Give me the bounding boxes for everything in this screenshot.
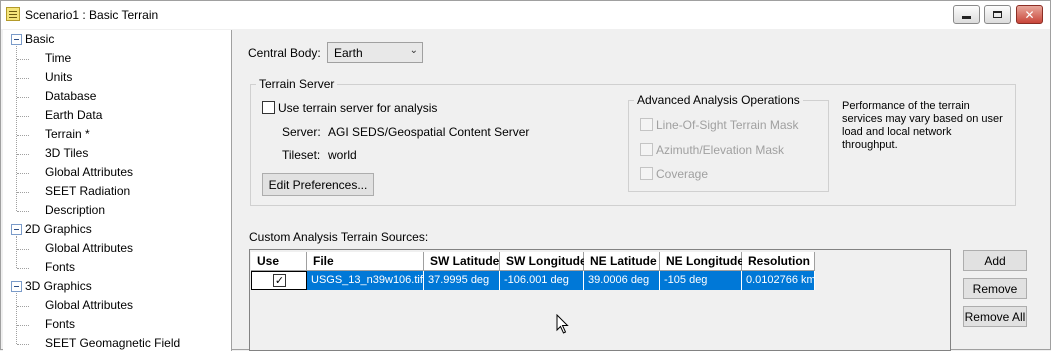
sw-latitude-cell[interactable]: 37.9995 deg (424, 271, 500, 290)
title-bar[interactable]: Scenario1 : Basic Terrain ✕ (1, 1, 1050, 29)
coverage-checkbox[interactable] (640, 167, 653, 180)
tree-connector (17, 249, 29, 250)
add-button[interactable]: Add (963, 250, 1027, 271)
sw-longitude-cell[interactable]: -106.001 deg (500, 271, 584, 290)
tree-connector (16, 293, 17, 344)
los-terrain-mask-label: Line-Of-Sight Terrain Mask (656, 118, 799, 132)
tileset-value: world (328, 148, 357, 162)
column-header-ne-longitude[interactable]: NE Longitude (660, 252, 744, 271)
table-header: Use File SW Latitude SW Longitude NE Lat… (251, 252, 815, 271)
ne-latitude-cell[interactable]: 39.0006 deg (584, 271, 660, 290)
remove-button[interactable]: Remove (963, 278, 1027, 299)
az-el-mask-label: Azimuth/Elevation Mask (656, 143, 785, 157)
los-terrain-mask-checkbox[interactable] (640, 118, 653, 131)
resolution-cell[interactable]: 0.0102766 km (742, 271, 815, 290)
collapse-icon[interactable] (11, 224, 22, 235)
remove-all-button[interactable]: Remove All (963, 306, 1027, 327)
ne-longitude-cell[interactable]: -105 deg (660, 271, 742, 290)
advanced-analysis-title: Advanced Analysis Operations (634, 93, 803, 107)
edit-preferences-button[interactable]: Edit Preferences... (262, 173, 374, 196)
scenario-window: Scenario1 : Basic Terrain ✕ Basic Time Uni… (0, 0, 1051, 351)
central-body-value: Earth (334, 46, 363, 60)
column-header-file[interactable]: File (307, 252, 424, 271)
collapse-icon[interactable] (11, 34, 22, 45)
tree-connector (17, 192, 29, 193)
tree-connector (17, 306, 29, 307)
close-icon: ✕ (1024, 7, 1035, 22)
tree-connector (17, 135, 29, 136)
central-body-label: Central Body: (248, 46, 321, 60)
scenario-icon (6, 7, 20, 21)
tree-item[interactable]: SEET Geomagnetic Field (45, 334, 180, 351)
chevron-down-icon: ⌄ (409, 45, 418, 56)
server-value: AGI SEDS/Geospatial Content Server (328, 125, 530, 139)
terrain-server-title: Terrain Server (256, 77, 338, 91)
tree-connector (17, 325, 29, 326)
tree-connector (17, 344, 29, 345)
use-row-checkbox[interactable]: ✓ (273, 274, 286, 287)
performance-note-line-3: load and local network (842, 126, 952, 138)
minimize-button[interactable] (953, 5, 980, 24)
tree-item[interactable]: Fonts (45, 258, 75, 277)
performance-note-line-2: services may vary based on user (842, 113, 1003, 125)
tileset-label: Tileset: (282, 148, 321, 162)
tree-connector (17, 97, 29, 98)
tree-item[interactable]: Global Attributes (45, 296, 133, 315)
terrain-sources-table[interactable]: Use File SW Latitude SW Longitude NE Lat… (249, 249, 951, 351)
collapse-icon[interactable] (11, 281, 22, 292)
column-header-sw-longitude[interactable]: SW Longitude (500, 252, 587, 271)
tree-connector (17, 116, 29, 117)
tree-connector (17, 78, 29, 79)
minimize-icon (962, 16, 971, 19)
performance-note-line-1: Performance of the terrain (842, 100, 970, 112)
table-row[interactable]: ✓ USGS_13_n39w106.tif 37.9995 deg -106.0… (251, 271, 815, 290)
tree-item[interactable]: Global Attributes (45, 239, 133, 258)
use-terrain-server-label: Use terrain server for analysis (278, 101, 438, 115)
tree-item[interactable]: Time (45, 49, 71, 68)
tree-group-label: 2D Graphics (25, 222, 92, 236)
column-header-use[interactable]: Use (251, 252, 307, 271)
az-el-mask-checkbox[interactable] (640, 143, 653, 156)
tree-group-label: Basic (25, 32, 55, 46)
tree-connector (17, 154, 29, 155)
custom-sources-label: Custom Analysis Terrain Sources: (249, 230, 429, 244)
mouse-cursor-icon (556, 314, 569, 334)
tree-item[interactable]: Description (45, 201, 105, 220)
tree-connector (17, 173, 29, 174)
tree-connector (16, 46, 17, 211)
properties-tree[interactable]: Basic Time Units Database Earth Data Terrain … (3, 30, 232, 351)
tree-connector (17, 268, 29, 269)
close-button[interactable]: ✕ (1016, 5, 1043, 24)
tree-item[interactable]: 3D Tiles (45, 144, 88, 163)
coverage-label: Coverage (656, 167, 709, 181)
maximize-icon (993, 11, 1002, 18)
file-cell[interactable]: USGS_13_n39w106.tif (307, 271, 424, 290)
maximize-button[interactable] (984, 5, 1011, 24)
central-body-select[interactable]: Earth ⌄ (327, 42, 423, 63)
window-title: Scenario1 : Basic Terrain (25, 8, 159, 22)
tree-item[interactable]: Fonts (45, 315, 75, 334)
column-header-sw-latitude[interactable]: SW Latitude (424, 252, 500, 271)
column-header-resolution[interactable]: Resolution (742, 252, 815, 271)
tree-item[interactable]: Terrain * (45, 125, 90, 144)
performance-note-line-4: throughput. (842, 139, 898, 151)
tree-connector (17, 211, 29, 212)
tree-item[interactable]: Database (45, 87, 96, 106)
tree-connector (17, 59, 29, 60)
tree-item[interactable]: Units (45, 68, 72, 87)
use-cell[interactable]: ✓ (251, 271, 307, 290)
tree-item[interactable]: Earth Data (45, 106, 102, 125)
tree-item[interactable]: Global Attributes (45, 163, 133, 182)
tree-group-label: 3D Graphics (25, 279, 92, 293)
use-terrain-server-checkbox[interactable] (262, 101, 275, 114)
server-label: Server: (282, 125, 321, 139)
tree-item[interactable]: SEET Radiation (45, 182, 130, 201)
column-header-ne-latitude[interactable]: NE Latitude (584, 252, 660, 271)
tree-connector (16, 236, 17, 268)
